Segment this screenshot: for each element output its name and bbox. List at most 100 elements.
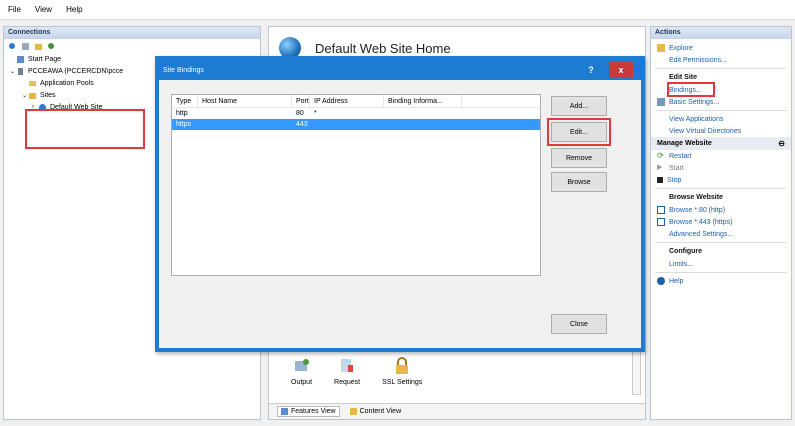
- action-label: Explore: [669, 44, 693, 52]
- highlight-box-sites: [25, 109, 145, 149]
- action-label: Edit Permissions...: [669, 56, 727, 64]
- browse-button[interactable]: Browse: [551, 172, 607, 192]
- column-header-ip-address[interactable]: IP Address: [310, 95, 384, 107]
- divider: [655, 68, 787, 69]
- feature-label: Output: [291, 379, 313, 386]
- action-limits[interactable]: Limits...: [657, 258, 791, 270]
- action-advanced-settings[interactable]: Advanced Settings...: [657, 228, 791, 240]
- cell-type: http: [176, 110, 188, 117]
- app-pools-icon: [28, 79, 37, 88]
- highlight-box-edit: [547, 118, 611, 146]
- divider: [655, 272, 787, 273]
- close-icon[interactable]: x: [609, 62, 633, 78]
- close-button[interactable]: Close: [551, 314, 607, 334]
- disconnect-icon[interactable]: [47, 42, 56, 51]
- action-help[interactable]: Help: [657, 275, 791, 287]
- restart-icon: ⟳: [657, 151, 664, 160]
- action-view-virtual-directories[interactable]: View Virtual Directories: [669, 125, 791, 137]
- tab-label: Content View: [359, 408, 402, 415]
- action-label: Browse *:80 (http): [669, 206, 726, 214]
- action-label: Start: [669, 164, 684, 172]
- column-header-binding-info[interactable]: Binding Informa...: [384, 95, 462, 107]
- column-header-type[interactable]: Type: [172, 95, 198, 107]
- action-label: Help: [669, 277, 684, 285]
- tree-label: Application Pools: [40, 79, 94, 87]
- tab-label: Features View: [291, 408, 336, 415]
- site-bindings-dialog: Site Bindings ? x Type Host Name Port IP…: [155, 56, 645, 352]
- settings-icon: [657, 98, 665, 106]
- manage-website-heading[interactable]: Manage Website ⊖: [651, 137, 791, 150]
- menu-file[interactable]: File: [8, 5, 21, 14]
- view-tabs: Features View Content View: [269, 403, 645, 419]
- action-view-applications[interactable]: View Applications: [669, 113, 791, 125]
- action-label: Browse *:443 (https): [669, 218, 733, 226]
- help-icon: [657, 277, 665, 285]
- feature-label: Request: [334, 379, 361, 386]
- remove-button[interactable]: Remove: [551, 148, 607, 168]
- action-edit-permissions[interactable]: Edit Permissions...: [657, 54, 791, 66]
- divider: [655, 188, 787, 189]
- feature-request[interactable]: Request: [334, 357, 360, 386]
- section-label: Manage Website: [657, 140, 712, 147]
- feature-icons: Output Request SSL Settings: [291, 357, 422, 386]
- action-label: Stop: [667, 176, 682, 184]
- connections-toolbar: [4, 39, 260, 53]
- divider: [655, 110, 787, 111]
- connect-icon[interactable]: [8, 42, 17, 51]
- column-header-port[interactable]: Port: [292, 95, 310, 107]
- action-start: ▶ Start: [657, 162, 791, 174]
- server-icon: [16, 67, 25, 76]
- actions-header: Actions: [651, 27, 791, 39]
- action-browse-443[interactable]: Browse *:443 (https): [657, 216, 791, 228]
- browse-icon: [657, 218, 665, 226]
- action-browse-80[interactable]: Browse *:80 (http): [657, 204, 791, 216]
- help-button[interactable]: ?: [579, 62, 603, 78]
- action-label: Basic Settings...: [669, 98, 720, 106]
- table-row[interactable]: http 80 *: [172, 108, 540, 119]
- actions-pane: Actions Explore Edit Permissions... Edit…: [650, 26, 792, 420]
- bindings-table: Type Host Name Port IP Address Binding I…: [171, 94, 541, 276]
- tree-label: PCCEAWA (PCCERCDN\pcce: [28, 67, 124, 75]
- lock-icon: [393, 357, 411, 375]
- feature-label: SSL Settings: [382, 379, 423, 386]
- action-bindings[interactable]: Bindings...: [657, 82, 791, 97]
- features-view-icon: [281, 408, 288, 415]
- table-header: Type Host Name Port IP Address Binding I…: [172, 95, 540, 108]
- page-title-text: Default Web Site Home: [315, 40, 451, 56]
- feature-ssl-settings[interactable]: SSL Settings: [382, 357, 422, 386]
- menu-bar: File View Help: [0, 0, 795, 20]
- vertical-scrollbar[interactable]: [632, 347, 641, 395]
- menu-help[interactable]: Help: [66, 5, 82, 14]
- up-icon[interactable]: [34, 42, 43, 51]
- content-view-icon: [349, 408, 357, 415]
- tab-content-view[interactable]: Content View: [346, 406, 406, 417]
- configure-heading: Configure: [669, 248, 703, 255]
- divider: [655, 242, 787, 243]
- play-icon: ▶: [657, 164, 663, 171]
- action-explore[interactable]: Explore: [657, 42, 791, 54]
- action-label: Restart: [669, 152, 692, 160]
- action-stop[interactable]: Stop: [657, 174, 791, 186]
- cell-port: 443: [296, 121, 308, 128]
- column-header-host-name[interactable]: Host Name: [198, 95, 292, 107]
- menu-view[interactable]: View: [35, 5, 52, 14]
- action-restart[interactable]: ⟳ Restart: [657, 150, 791, 162]
- action-basic-settings[interactable]: Basic Settings...: [657, 96, 791, 108]
- stop-icon: [657, 177, 663, 183]
- cell-ip: *: [314, 110, 317, 117]
- start-page-icon: [16, 55, 25, 64]
- feature-output[interactable]: Output: [291, 357, 312, 386]
- tab-features-view[interactable]: Features View: [277, 406, 340, 417]
- highlight-box-bindings: [667, 82, 715, 97]
- tree-label: Start Page: [28, 55, 62, 63]
- browse-icon: [657, 206, 665, 214]
- table-row-selected[interactable]: https 443: [172, 119, 540, 130]
- add-button[interactable]: Add...: [551, 96, 607, 116]
- collapse-icon[interactable]: ⊖: [778, 139, 785, 148]
- save-icon[interactable]: [21, 42, 30, 51]
- folder-icon: [657, 44, 665, 52]
- dialog-titlebar[interactable]: Site Bindings ? x: [159, 60, 641, 80]
- cell-type: https: [176, 121, 192, 128]
- browse-website-heading: Browse Website: [669, 194, 723, 201]
- connections-header: Connections: [4, 27, 260, 39]
